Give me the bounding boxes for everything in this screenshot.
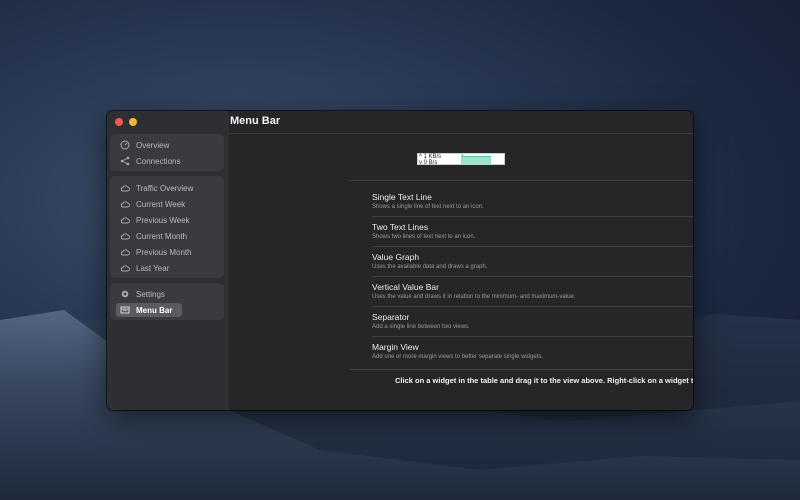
widget-two-text-lines[interactable]: Two Text Lines Shows two lines of text n…	[372, 218, 693, 247]
sidebar-item-menu-bar[interactable]: Menu Bar	[116, 303, 182, 317]
widget-single-text-line[interactable]: Single Text Line Shows a single line of …	[372, 188, 693, 217]
widget-vertical-value-bar[interactable]: Vertical Value Bar Uses the value and dr…	[372, 278, 693, 307]
widget-title: Single Text Line	[372, 192, 432, 202]
sidebar-item-current-week[interactable]: Current Week	[116, 197, 216, 211]
sidebar-item-label: Current Week	[136, 199, 186, 209]
sidebar-item-settings[interactable]: Settings	[116, 287, 182, 301]
divider	[372, 216, 693, 217]
widget-description: Uses the value and draws it in relation …	[372, 294, 576, 300]
sidebar: Overview Connections Traffic Overview Cu…	[107, 111, 229, 410]
widget-description: Add one or more margin views to better s…	[372, 354, 544, 360]
share-icon	[120, 156, 130, 166]
sidebar-item-label: Menu Bar	[136, 305, 173, 315]
widget-separator[interactable]: Separator Add a single line between two …	[372, 308, 693, 337]
widget-title: Separator	[372, 312, 410, 322]
page-title: Menu Bar	[230, 115, 281, 127]
widget-margin-view[interactable]: Margin View Add one or more margin views…	[372, 338, 693, 367]
sidebar-item-label: Traffic Overview	[136, 183, 194, 193]
sidebar-group-settings: Settings Menu Bar	[110, 283, 224, 320]
sidebar-item-traffic-overview[interactable]: Traffic Overview	[116, 181, 216, 195]
sidebar-item-connections[interactable]: Connections	[116, 154, 182, 168]
sidebar-item-label: Previous Week	[136, 215, 190, 225]
preview-graph	[461, 156, 491, 165]
divider	[372, 306, 693, 307]
sidebar-group-traffic: Traffic Overview Current Week Previous W…	[110, 176, 224, 278]
widget-title: Two Text Lines	[372, 222, 429, 232]
cloud-icon	[120, 233, 130, 240]
sidebar-item-label: Previous Month	[136, 247, 192, 257]
sidebar-item-last-year[interactable]: Last Year	[116, 261, 216, 275]
main-panel: Menu Bar ^ 1 KB/s v 0 B/s Single Text Li…	[229, 111, 693, 410]
divider	[349, 180, 693, 181]
sidebar-item-overview[interactable]: Overview	[116, 138, 182, 152]
download-rate: v 0 B/s	[419, 160, 438, 166]
divider	[372, 276, 693, 277]
widget-title: Vertical Value Bar	[372, 282, 439, 292]
widget-description: Uses the available data and draws a grap…	[372, 264, 488, 270]
divider	[372, 246, 693, 247]
sidebar-item-previous-month[interactable]: Previous Month	[116, 245, 216, 259]
instruction-text: Click on a widget in the table and drag …	[395, 376, 693, 385]
minimize-button[interactable]	[129, 118, 137, 126]
divider	[372, 336, 693, 337]
window-controls	[115, 118, 137, 126]
sidebar-item-label: Connections	[136, 156, 181, 166]
cloud-icon	[120, 249, 130, 256]
cloud-icon	[120, 265, 130, 272]
widget-value-graph[interactable]: Value Graph Uses the available data and …	[372, 248, 693, 277]
close-button[interactable]	[115, 118, 123, 126]
gauge-icon	[120, 140, 130, 150]
menu-bar-icon	[120, 306, 130, 314]
sidebar-item-current-month[interactable]: Current Month	[116, 229, 216, 243]
widget-description: Add a single line between two views.	[372, 324, 470, 330]
sidebar-group-monitor: Overview Connections	[110, 134, 224, 171]
sidebar-item-previous-week[interactable]: Previous Week	[116, 213, 216, 227]
divider	[349, 369, 693, 370]
app-window: Overview Connections Traffic Overview Cu…	[107, 111, 693, 410]
widget-title: Margin View	[372, 342, 419, 352]
gear-icon	[121, 290, 129, 298]
widget-description: Shows two lines of text next to an icon.	[372, 234, 476, 240]
menu-bar-preview[interactable]: ^ 1 KB/s v 0 B/s	[417, 153, 505, 166]
sidebar-item-label: Last Year	[136, 263, 170, 273]
sidebar-item-label: Current Month	[136, 231, 188, 241]
widget-description: Shows a single line of text next to an i…	[372, 204, 484, 210]
title-bar: Menu Bar	[229, 111, 693, 134]
widget-title: Value Graph	[372, 252, 420, 262]
download-arrow-icon: v	[419, 160, 422, 166]
cloud-icon	[120, 201, 130, 208]
sidebar-item-label: Settings	[136, 289, 165, 299]
cloud-icon	[120, 217, 130, 224]
sidebar-item-label: Overview	[136, 140, 170, 150]
cloud-icon	[120, 185, 130, 192]
